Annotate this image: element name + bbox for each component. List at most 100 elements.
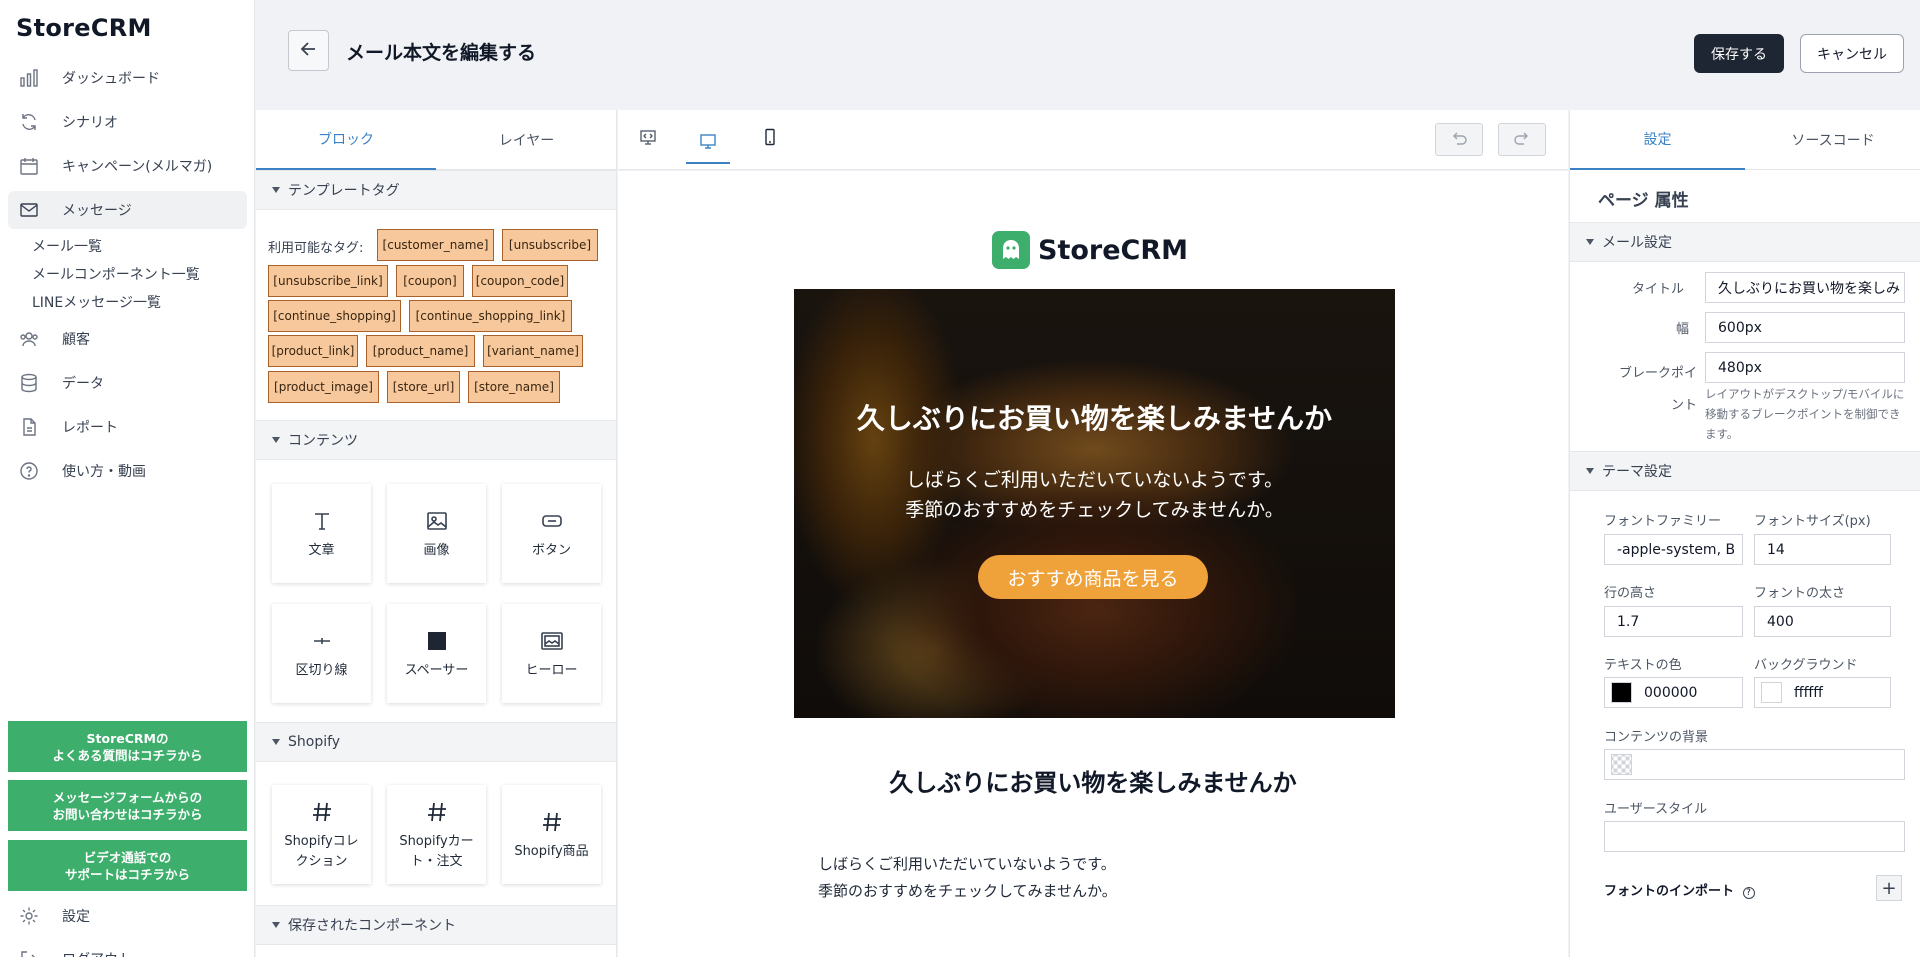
section-mail-settings[interactable]: メール設定: [1570, 222, 1920, 262]
font-weight-input[interactable]: 400: [1754, 606, 1891, 637]
undo-button[interactable]: [1435, 123, 1483, 156]
block-hero[interactable]: ヒーロー: [502, 604, 601, 703]
sidebar-item-label: 設定: [62, 909, 90, 925]
block-shopify-collection[interactable]: Shopifyコレクション: [272, 785, 371, 884]
width-input[interactable]: 600px: [1705, 312, 1905, 343]
text-color-value: 000000: [1644, 684, 1698, 701]
section-title: Shopify: [288, 734, 341, 750]
email-heading[interactable]: 久しぶりにお買い物を楽しみませんか: [618, 763, 1568, 798]
section-title: コンテンツ: [288, 433, 358, 449]
bar-chart-icon: [18, 67, 40, 89]
block-button[interactable]: ボタン: [502, 484, 601, 583]
users-icon: [18, 328, 40, 350]
tag-chip[interactable]: [variant_name]: [483, 335, 583, 367]
code-view-button[interactable]: [626, 124, 670, 154]
tag-chip[interactable]: [continue_shopping_link]: [409, 300, 572, 332]
video-support-button[interactable]: ビデオ通話での サポートはコチラから: [8, 840, 247, 891]
tab-blocks[interactable]: ブロック: [256, 110, 436, 170]
sidebar-item-settings[interactable]: 設定: [8, 897, 247, 935]
page-title: メール本文を編集する: [346, 42, 537, 64]
sidebar-item-data[interactable]: データ: [8, 364, 247, 402]
tag-chip[interactable]: [product_link]: [268, 335, 358, 367]
left-panel-tabs: ブロック レイヤー: [256, 110, 616, 170]
document-icon: [18, 416, 40, 438]
line-height-input[interactable]: 1.7: [1604, 606, 1743, 637]
sidebar-item-logout[interactable]: ログアウト: [8, 940, 247, 957]
block-text[interactable]: 文章: [272, 484, 371, 583]
sidebar-subitem-mail-list[interactable]: メール一覧: [32, 236, 102, 256]
caret-down-icon: [1586, 468, 1594, 474]
section-saved-components[interactable]: 保存されたコンポーネント: [256, 905, 616, 945]
sidebar-item-help[interactable]: 使い方・動画: [8, 452, 247, 490]
color-swatch[interactable]: [1761, 682, 1782, 703]
block-image[interactable]: 画像: [387, 484, 486, 583]
hash-icon: [425, 798, 449, 826]
cancel-button[interactable]: キャンセル: [1800, 34, 1904, 73]
add-font-button[interactable]: +: [1876, 875, 1902, 901]
text-color-input[interactable]: 000000: [1604, 677, 1743, 708]
email-paragraph[interactable]: しばらくご利用いただいていないようです。 季節のおすすめをチェックしてみませんか…: [818, 851, 1117, 905]
block-shopify-cart[interactable]: Shopifyカート・注文: [387, 785, 486, 884]
email-logo[interactable]: StoreCRM: [992, 231, 1188, 269]
block-divider[interactable]: 区切り線: [272, 604, 371, 703]
app-logo[interactable]: StoreCRM: [16, 14, 152, 42]
tab-source-code[interactable]: ソースコード: [1745, 110, 1920, 170]
section-shopify[interactable]: Shopify: [256, 722, 616, 762]
desktop-view-button[interactable]: [686, 124, 730, 164]
tag-chip[interactable]: [customer_name]: [377, 229, 494, 261]
user-style-textarea[interactable]: [1604, 821, 1905, 852]
tag-chip[interactable]: [continue_shopping]: [268, 300, 401, 332]
tag-chip[interactable]: [unsubscribe]: [502, 229, 598, 261]
background-color-input[interactable]: ffffff: [1754, 677, 1891, 708]
color-swatch[interactable]: [1611, 682, 1632, 703]
font-family-input[interactable]: -apple-system, B: [1604, 534, 1743, 565]
block-label: ヒーロー: [525, 662, 578, 678]
sidebar-subitem-line-messages[interactable]: LINEメッセージ一覧: [32, 292, 161, 312]
tag-chip[interactable]: [store_name]: [468, 371, 560, 403]
sidebar-item-message[interactable]: メッセージ: [8, 191, 247, 229]
tag-chip[interactable]: [coupon_code]: [472, 265, 568, 297]
breakpoint-input[interactable]: 480px: [1705, 352, 1905, 383]
block-shopify-product[interactable]: Shopify商品: [502, 785, 601, 884]
faq-button[interactable]: StoreCRMの よくある質問はコチラから: [8, 721, 247, 772]
sidebar-item-report[interactable]: レポート: [8, 408, 247, 446]
hero-section[interactable]: 久しぶりにお買い物を楽しみませんか しばらくご利用いただいていないようです。 季…: [794, 289, 1395, 718]
help-icon: [18, 460, 40, 482]
contact-form-button[interactable]: メッセージフォームからの お問い合わせはコチラから: [8, 780, 247, 831]
sidebar-item-customers[interactable]: 顧客: [8, 320, 247, 358]
tag-chip[interactable]: [unsubscribe_link]: [268, 265, 388, 297]
transparent-swatch-icon[interactable]: [1611, 754, 1632, 775]
sidebar-subitem-mail-components[interactable]: メールコンポーネント一覧: [32, 264, 200, 284]
tag-chip[interactable]: [store_url]: [387, 371, 460, 403]
calendar-icon: [18, 155, 40, 177]
hero-cta-button[interactable]: おすすめ商品を見る: [978, 555, 1208, 599]
sidebar-item-dashboard[interactable]: ダッシュボード: [8, 59, 247, 97]
tag-chip[interactable]: [coupon]: [396, 265, 464, 297]
tab-layers[interactable]: レイヤー: [436, 110, 616, 170]
block-label: スペーサー: [404, 662, 469, 678]
tag-chip[interactable]: [product_name]: [366, 335, 475, 367]
logout-icon: [18, 948, 40, 957]
save-button[interactable]: 保存する: [1694, 34, 1784, 73]
font-import-label: フォントのインポート ?: [1604, 880, 1755, 899]
redo-button[interactable]: [1498, 123, 1546, 156]
back-button[interactable]: [288, 30, 329, 71]
question-icon[interactable]: ?: [1742, 887, 1755, 899]
section-theme-settings[interactable]: テーマ設定: [1570, 451, 1920, 491]
title-input[interactable]: 久しぶりにお買い物を楽しみ: [1705, 272, 1905, 303]
sidebar-item-label: 使い方・動画: [62, 464, 146, 480]
section-template-tags[interactable]: テンプレートタグ: [256, 170, 616, 210]
right-panel-tabs: 設定 ソースコード: [1570, 110, 1920, 170]
content-bg-input[interactable]: [1604, 749, 1905, 780]
database-icon: [18, 372, 40, 394]
sidebar-item-scenario[interactable]: シナリオ: [8, 103, 247, 141]
section-contents[interactable]: コンテンツ: [256, 420, 616, 460]
mobile-view-button[interactable]: [748, 124, 792, 154]
tag-chip[interactable]: [product_image]: [268, 371, 379, 403]
tab-settings[interactable]: 設定: [1570, 110, 1745, 170]
font-size-input[interactable]: 14: [1754, 534, 1891, 565]
sidebar-item-campaign[interactable]: キャンペーン(メルマガ): [8, 147, 247, 185]
block-spacer[interactable]: スペーサー: [387, 604, 486, 703]
email-preview-canvas[interactable]: StoreCRM 久しぶりにお買い物を楽しみませんか しばらくご利用いただいてい…: [618, 171, 1568, 957]
section-title: 保存されたコンポーネント: [288, 918, 456, 934]
